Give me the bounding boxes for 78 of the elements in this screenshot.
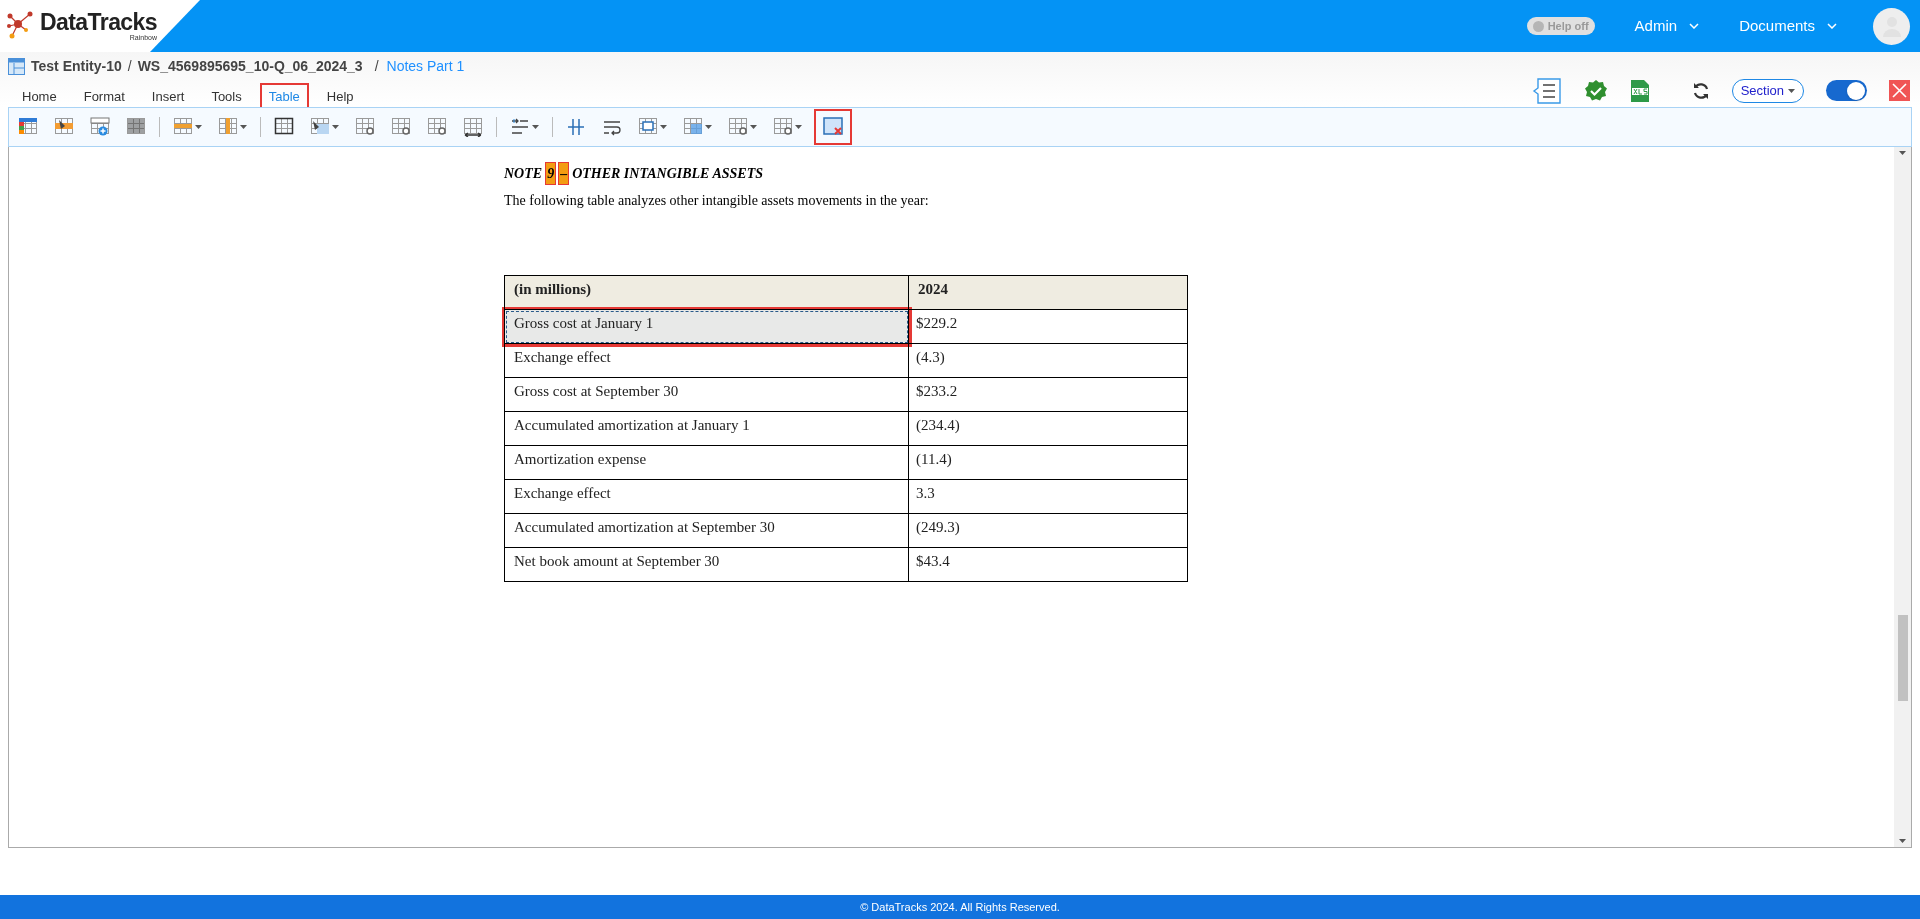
chevron-down-icon <box>1689 23 1700 29</box>
table-cell: (4.3) <box>908 343 1188 378</box>
refresh-icon[interactable] <box>1691 81 1710 100</box>
xls-file-icon[interactable] <box>1629 78 1650 103</box>
table-cell: $229.2 <box>908 309 1188 344</box>
menu-tab[interactable]: Format <box>75 84 133 110</box>
table-cell: (249.3) <box>908 513 1188 548</box>
table-tool-icon <box>773 117 793 137</box>
table-cell: $43.4 <box>908 547 1188 582</box>
table-cell: $233.2 <box>908 377 1188 412</box>
scrollbar[interactable] <box>1894 147 1911 847</box>
table-tool-icon <box>218 117 238 137</box>
caret-icon <box>660 125 667 129</box>
table-cell: (11.4) <box>908 445 1188 480</box>
line-spacing-icon <box>510 118 530 136</box>
note-intro: The following table analyzes other intangible assets movements in the year: <box>504 192 930 210</box>
table-tool-icon <box>463 117 483 137</box>
menu-tab[interactable]: Home <box>14 84 65 110</box>
workspace-breadcrumb[interactable]: WS_4569895695_10-Q_06_2024_3 <box>137 56 363 77</box>
menu-tab[interactable]: Insert <box>143 84 193 110</box>
comment-list-icon[interactable] <box>1531 77 1562 104</box>
caret-icon <box>1899 839 1906 843</box>
brand-name: DataTracks <box>40 11 157 34</box>
toggle-knob-icon <box>1532 20 1544 32</box>
table-cell: Net book amount at September 30 <box>504 547 909 582</box>
breadcrumb-separator: / <box>374 57 379 76</box>
caret-icon <box>795 125 802 129</box>
table-tool-icon <box>683 117 703 137</box>
table-cell: 3.3 <box>908 479 1188 514</box>
table-cell: Accumulated amortization at January 1 <box>504 411 909 446</box>
column-split-icon <box>566 118 586 136</box>
table-cell: Accumulated amortization at September 30 <box>504 513 909 548</box>
caret-icon <box>532 125 539 129</box>
caret-icon <box>1788 88 1795 93</box>
breadcrumb-separator: / <box>127 57 132 76</box>
column-header: (in millions) <box>504 275 909 310</box>
close-icon <box>1892 83 1907 98</box>
table-tool-icon <box>274 117 294 137</box>
verified-badge-icon[interactable] <box>1583 78 1608 103</box>
caret-icon <box>195 125 202 129</box>
table-tool-icon <box>126 117 146 137</box>
table-tool-icon <box>391 117 411 137</box>
table-layout-icon <box>8 58 25 75</box>
table-tool-icon <box>173 117 193 137</box>
text-wrap-icon <box>602 118 622 136</box>
caret-icon <box>332 125 339 129</box>
menu-tab[interactable]: Help <box>318 84 362 110</box>
table-cell: Amortization expense <box>504 445 909 480</box>
menu-tab[interactable]: Table <box>260 84 308 110</box>
close-button[interactable] <box>1889 80 1910 101</box>
avatar[interactable] <box>1873 7 1910 45</box>
column-header: 2024 <box>908 275 1188 310</box>
entity-breadcrumb[interactable]: Test Entity-10 <box>31 56 122 77</box>
table-tool-icon <box>823 117 843 137</box>
chevron-down-icon <box>1827 23 1837 29</box>
caret-icon <box>705 125 712 129</box>
table-tool-icon <box>90 117 110 137</box>
table-tool-icon <box>54 117 74 137</box>
table-cell: Gross cost at September 30 <box>504 377 909 412</box>
table-tool-icon <box>427 117 447 137</box>
table-tool-icon <box>355 117 375 137</box>
table-cell: Exchange effect <box>504 479 909 514</box>
table-cell: Exchange effect <box>504 343 909 378</box>
caret-icon <box>750 125 757 129</box>
scrollbar-thumb[interactable] <box>1897 615 1908 701</box>
table-cell: (234.4) <box>908 411 1188 446</box>
caret-icon <box>1899 151 1906 155</box>
menu-tab[interactable]: Tools <box>203 84 250 110</box>
table-tool-icon <box>18 117 38 137</box>
section-dropdown[interactable]: Section <box>1731 78 1804 103</box>
note-heading: NOTE 9 – OTHER INTANGIBLE ASSETS <box>504 163 1894 184</box>
table-tool-icon <box>638 117 658 137</box>
copyright-text: © DataTracks 2024. All Rights Reserved. <box>860 899 1060 915</box>
edit-mode-toggle[interactable] <box>1826 80 1867 101</box>
table-cell: Gross cost at January 1 <box>504 309 909 344</box>
table-tool-icon <box>728 117 748 137</box>
caret-icon <box>240 125 247 129</box>
table-tool-icon <box>310 117 330 137</box>
